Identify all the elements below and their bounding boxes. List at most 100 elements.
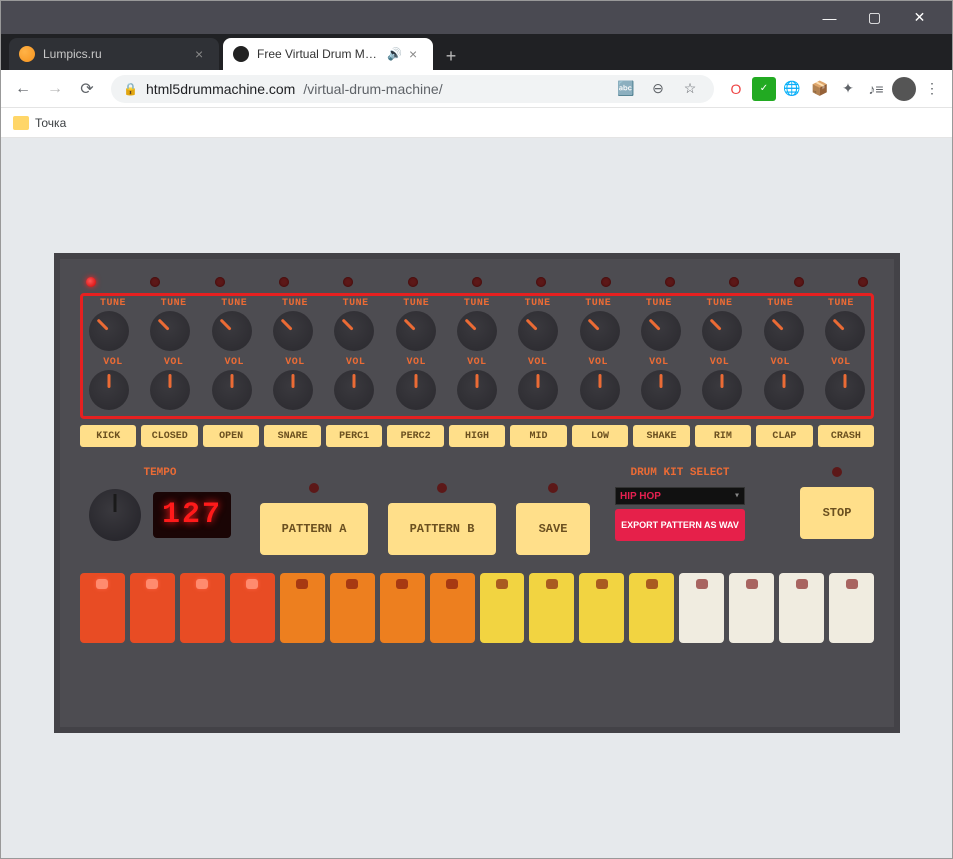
url-path: /virtual-drum-machine/ (303, 81, 442, 97)
tab-drummachine[interactable]: Free Virtual Drum Machine, U 🔊 × (223, 38, 433, 70)
channel-led-row (80, 277, 874, 287)
step-pad-16[interactable] (829, 573, 874, 643)
new-tab-button[interactable]: + (437, 42, 465, 70)
step-pad-9[interactable] (480, 573, 525, 643)
bookmark-item[interactable]: Точка (35, 116, 66, 130)
extension-check-icon[interactable]: ✓ (752, 77, 776, 101)
step-led (496, 579, 508, 589)
step-pad-1[interactable] (80, 573, 125, 643)
step-pad-7[interactable] (380, 573, 425, 643)
step-pad-2[interactable] (130, 573, 175, 643)
instrument-low-button[interactable]: LOW (572, 425, 628, 447)
vol-knob[interactable] (396, 370, 436, 410)
window-minimize-button[interactable]: — (807, 3, 852, 33)
step-pad-12[interactable] (629, 573, 674, 643)
vol-knob[interactable] (457, 370, 497, 410)
pattern-b-button[interactable]: PATTERN B (388, 503, 496, 555)
audio-icon[interactable]: 🔊 (387, 47, 401, 61)
tab-lumpics[interactable]: Lumpics.ru × (9, 38, 219, 70)
step-pad-15[interactable] (779, 573, 824, 643)
step-pad-14[interactable] (729, 573, 774, 643)
vol-knob[interactable] (580, 370, 620, 410)
profile-avatar[interactable] (892, 77, 916, 101)
tune-knob[interactable] (641, 311, 681, 351)
tune-knob[interactable] (212, 311, 252, 351)
instrument-mid-button[interactable]: MID (510, 425, 566, 447)
tune-knob[interactable] (764, 311, 804, 351)
stop-button[interactable]: STOP (800, 487, 874, 539)
tune-knob[interactable] (825, 311, 865, 351)
instrument-closed-button[interactable]: CLOSED (141, 425, 197, 447)
tune-knob[interactable] (150, 311, 190, 351)
tune-knob[interactable] (396, 311, 436, 351)
export-wav-button[interactable]: EXPORT PATTERN AS WAV (615, 509, 745, 541)
instrument-kick-button[interactable]: KICK (80, 425, 136, 447)
drum-machine: TUNETUNETUNETUNETUNETUNETUNETUNETUNETUNE… (54, 253, 900, 733)
kit-select[interactable]: HIP HOP (615, 487, 745, 505)
channel-led (150, 277, 160, 287)
instrument-rim-button[interactable]: RIM (695, 425, 751, 447)
tempo-knob[interactable] (89, 489, 141, 541)
vol-knob[interactable] (334, 370, 374, 410)
tune-knob[interactable] (457, 311, 497, 351)
tune-knob[interactable] (580, 311, 620, 351)
favicon-icon (19, 46, 35, 62)
step-led (296, 579, 308, 589)
instrument-perc2-button[interactable]: PERC2 (387, 425, 443, 447)
vol-knob[interactable] (825, 370, 865, 410)
vol-knob[interactable] (89, 370, 129, 410)
vol-knob[interactable] (764, 370, 804, 410)
tune-knob[interactable] (702, 311, 742, 351)
tempo-section: TEMPO 127 (80, 467, 240, 541)
tune-knob[interactable] (273, 311, 313, 351)
vol-knob[interactable] (518, 370, 558, 410)
vol-knob[interactable] (273, 370, 313, 410)
extension-opera-icon[interactable]: O (724, 77, 748, 101)
pattern-a-button[interactable]: PATTERN A (260, 503, 368, 555)
tab-close-icon[interactable]: × (195, 46, 209, 62)
nav-reload-button[interactable]: ⟳ (73, 75, 101, 103)
step-pad-6[interactable] (330, 573, 375, 643)
vol-label: VOL (86, 357, 140, 368)
instrument-snare-button[interactable]: SNARE (264, 425, 320, 447)
step-pad-8[interactable] (430, 573, 475, 643)
zoom-icon[interactable]: ⊖ (646, 77, 670, 101)
instrument-open-button[interactable]: OPEN (203, 425, 259, 447)
instrument-row: KICKCLOSED OPENSNARE PERC1PERC2 HIGHMID LOWS… (80, 425, 874, 447)
instrument-shake-button[interactable]: SHAKE (633, 425, 689, 447)
nav-back-button[interactable]: ← (9, 75, 37, 103)
tab-strip: Lumpics.ru × Free Virtual Drum Machine, … (1, 34, 952, 70)
star-icon[interactable]: ☆ (678, 77, 702, 101)
vol-knob[interactable] (212, 370, 252, 410)
translate-icon[interactable]: 🔤 (614, 77, 638, 101)
vol-knob[interactable] (641, 370, 681, 410)
step-pad-4[interactable] (230, 573, 275, 643)
url-input[interactable]: 🔒 html5drummachine.com/virtual-drum-mach… (111, 75, 714, 103)
tune-knob[interactable] (89, 311, 129, 351)
vol-knob[interactable] (150, 370, 190, 410)
instrument-perc1-button[interactable]: PERC1 (326, 425, 382, 447)
step-pad-13[interactable] (679, 573, 724, 643)
nav-forward-button[interactable]: → (41, 75, 69, 103)
step-pad-10[interactable] (529, 573, 574, 643)
instrument-crash-button[interactable]: CRASH (818, 425, 874, 447)
instrument-clap-button[interactable]: CLAP (756, 425, 812, 447)
step-pad-5[interactable] (280, 573, 325, 643)
chrome-menu-icon[interactable]: ⋮ (920, 77, 944, 101)
extension-box-icon[interactable]: 📦 (808, 77, 832, 101)
tune-knob[interactable] (334, 311, 374, 351)
media-control-icon[interactable]: ♪≡ (864, 77, 888, 101)
window-close-button[interactable]: ✕ (897, 3, 942, 33)
step-pad-3[interactable] (180, 573, 225, 643)
step-led (846, 579, 858, 589)
tab-close-icon[interactable]: × (409, 46, 423, 62)
tune-knob[interactable] (518, 311, 558, 351)
extension-globe-icon[interactable]: 🌐 (780, 77, 804, 101)
extensions-puzzle-icon[interactable]: ✦ (836, 77, 860, 101)
step-pad-11[interactable] (579, 573, 624, 643)
save-button[interactable]: SAVE (516, 503, 590, 555)
window-maximize-button[interactable]: ▢ (852, 3, 897, 33)
vol-knob[interactable] (702, 370, 742, 410)
instrument-high-button[interactable]: HIGH (449, 425, 505, 447)
channel-led (472, 277, 482, 287)
